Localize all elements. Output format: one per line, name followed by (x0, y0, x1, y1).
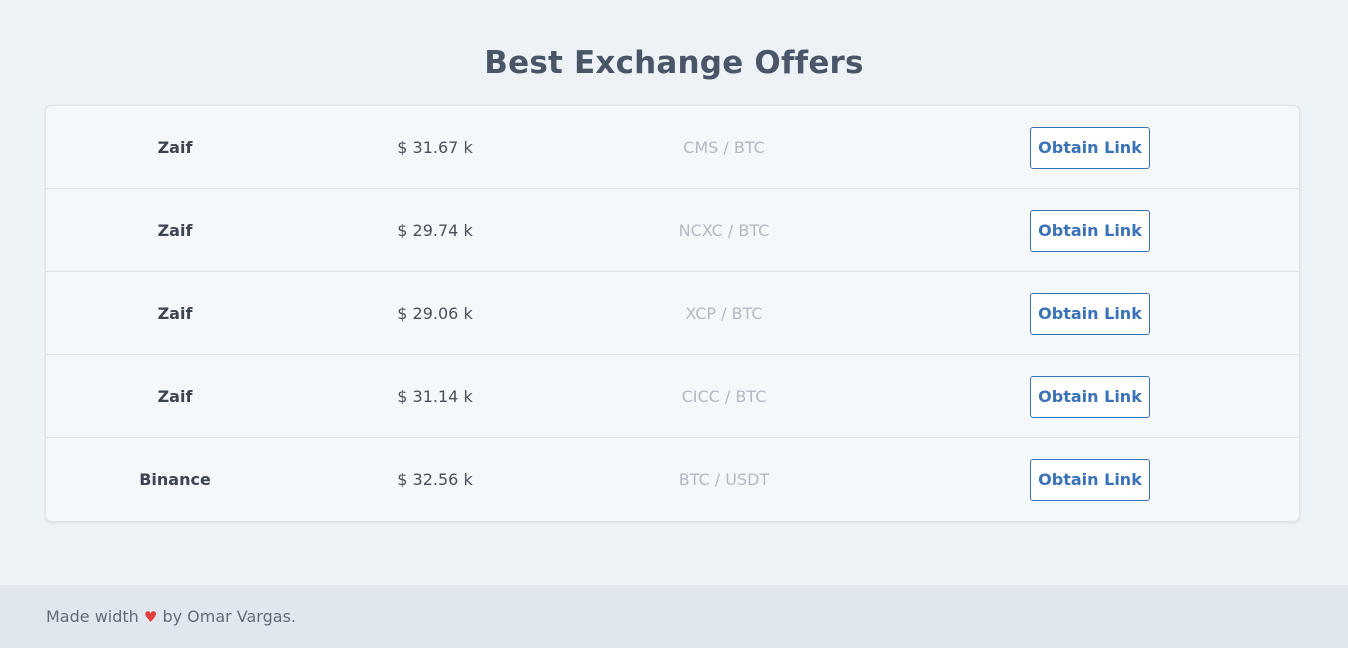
exchange-name: Zaif (157, 221, 193, 240)
trading-pair: NCXC / BTC (678, 221, 770, 240)
table-row: Zaif $ 29.06 k XCP / BTC Obtain Link (46, 272, 1299, 355)
action-cell: Obtain Link (1030, 106, 1150, 189)
heart-icon: ♥ (143, 608, 158, 626)
footer-credit: Made width ♥ by Omar Vargas. (46, 585, 296, 648)
footer-prefix: Made width (46, 607, 139, 626)
trading-pair: CICC / BTC (681, 387, 767, 406)
obtain-link-button[interactable]: Obtain Link (1030, 459, 1150, 501)
action-cell: Obtain Link (1030, 189, 1150, 272)
exchange-name: Binance (139, 470, 211, 489)
price-value: $ 31.14 k (397, 387, 473, 406)
obtain-link-button[interactable]: Obtain Link (1030, 210, 1150, 252)
page-title: Best Exchange Offers (484, 45, 864, 81)
trading-pair: XCP / BTC (685, 304, 763, 323)
exchange-name: Zaif (157, 387, 193, 406)
table-row: Zaif $ 29.74 k NCXC / BTC Obtain Link (46, 189, 1299, 272)
exchange-name: Zaif (157, 138, 193, 157)
action-cell: Obtain Link (1030, 438, 1150, 521)
trading-pair: CMS / BTC (683, 138, 765, 157)
page: Best Exchange Offers Zaif $ 31.67 k CMS … (0, 0, 1348, 648)
table-row: Zaif $ 31.67 k CMS / BTC Obtain Link (46, 106, 1299, 189)
footer: Made width ♥ by Omar Vargas. (0, 585, 1348, 648)
action-cell: Obtain Link (1030, 355, 1150, 438)
obtain-link-button[interactable]: Obtain Link (1030, 376, 1150, 418)
action-cell: Obtain Link (1030, 272, 1150, 355)
price-value: $ 29.06 k (397, 304, 473, 323)
table-row: Zaif $ 31.14 k CICC / BTC Obtain Link (46, 355, 1299, 438)
price-value: $ 32.56 k (397, 470, 473, 489)
offers-table: Zaif $ 31.67 k CMS / BTC Obtain Link Zai… (45, 105, 1300, 522)
table-row: Binance $ 32.56 k BTC / USDT Obtain Link (46, 438, 1299, 521)
exchange-name: Zaif (157, 304, 193, 323)
footer-author: by Omar Vargas. (162, 607, 296, 626)
trading-pair: BTC / USDT (678, 470, 770, 489)
obtain-link-button[interactable]: Obtain Link (1030, 293, 1150, 335)
price-value: $ 31.67 k (397, 138, 473, 157)
obtain-link-button[interactable]: Obtain Link (1030, 127, 1150, 169)
price-value: $ 29.74 k (397, 221, 473, 240)
